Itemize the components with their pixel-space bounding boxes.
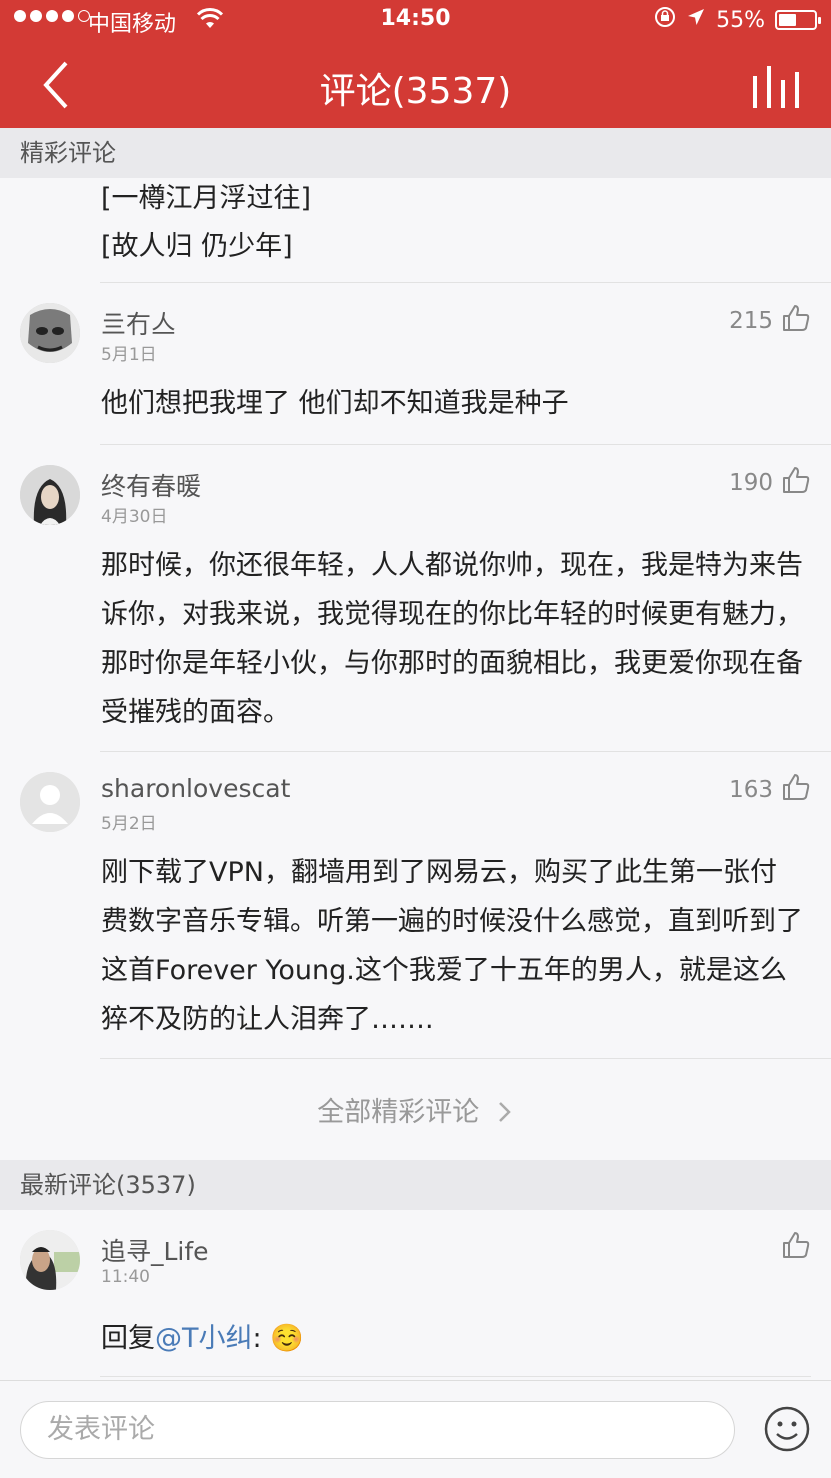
latest-comments-header: 最新评论(3537): [0, 1160, 831, 1210]
avatar[interactable]: [20, 1230, 80, 1290]
comment-text: 刚下载了VPN，翻墙用到了网易云，购买了此生第一张付费数字音乐专辑。听第一遍的时…: [101, 857, 803, 1035]
compose-bar: 发表评论: [0, 1380, 831, 1478]
battery-icon: [775, 10, 821, 30]
like-button[interactable]: [781, 1230, 811, 1266]
comment-date: 5月1日: [101, 345, 157, 365]
music-playing-bars-icon[interactable]: [751, 64, 801, 108]
avatar[interactable]: [20, 303, 80, 363]
status-bar: 中国移动 14:50 55%: [0, 0, 831, 42]
avatar[interactable]: [20, 465, 80, 525]
all-hot-comments-label: 全部精彩评论: [317, 1097, 480, 1128]
comment-text: 回复@T小纠: ☺️: [101, 1314, 803, 1363]
thumbs-up-icon: [781, 465, 811, 501]
smiley-face-icon[interactable]: [763, 1405, 811, 1453]
comment-date: 11:40: [101, 1267, 150, 1287]
battery-percent: 55%: [716, 7, 765, 33]
comment-username[interactable]: 追寻_Life: [101, 1232, 209, 1268]
like-button[interactable]: 190: [729, 465, 811, 501]
comment-text: 那时候，你还很年轻，人人都说你帅，现在，我是特为来告诉你，对我来说，我觉得现在的…: [101, 550, 803, 728]
thumbs-up-icon: [781, 303, 811, 339]
thumbs-up-icon: [781, 1230, 811, 1266]
like-count: 215: [729, 308, 773, 334]
like-button[interactable]: 215: [729, 303, 811, 339]
comment-continued-line: [故人归 仍少年]: [101, 231, 293, 262]
location-arrow-icon: [686, 7, 706, 33]
comment-username[interactable]: 亖冇亼: [101, 305, 176, 341]
latest-comment[interactable]: 追寻_Life 11:40 回复@T小纠: ☺️: [0, 1210, 831, 1380]
nav-bar: 评论(3537): [0, 42, 831, 128]
reply-prefix: 回复: [101, 1323, 155, 1354]
hot-comment[interactable]: 亖冇亼 5月1日 215 他们想把我埋了 他们却不知道我是种子: [0, 283, 831, 445]
all-hot-comments-link[interactable]: 全部精彩评论: [0, 1090, 831, 1129]
reply-suffix: : ☺️: [252, 1323, 304, 1354]
thumbs-up-icon: [781, 772, 811, 808]
hot-comments-header: 精彩评论: [0, 128, 831, 178]
divider: [100, 1376, 811, 1377]
hot-comment[interactable]: 终有春暖 4月30日 190 那时候，你还很年轻，人人都说你帅，现在，我是特为来…: [0, 445, 831, 751]
mention-link[interactable]: @T小纠: [155, 1323, 253, 1354]
comment-username[interactable]: sharonlovescat: [101, 774, 290, 803]
comment-date: 5月2日: [101, 814, 157, 834]
comment-text: 他们想把我埋了 他们却不知道我是种子: [101, 388, 569, 419]
comment-input[interactable]: 发表评论: [20, 1401, 735, 1459]
comment-continued-line: [一樽江月浮过往]: [101, 183, 312, 214]
orientation-lock-icon: [654, 6, 676, 34]
page-title: 评论(3537): [319, 71, 512, 112]
like-count: 163: [729, 777, 773, 803]
like-count: 190: [729, 470, 773, 496]
comment-date: 4月30日: [101, 507, 168, 527]
comment-username[interactable]: 终有春暖: [101, 467, 201, 503]
hot-comment[interactable]: sharonlovescat 5月2日 163 刚下载了VPN，翻墙用到了网易云…: [0, 752, 831, 1058]
like-button[interactable]: 163: [729, 772, 811, 808]
avatar[interactable]: [20, 772, 80, 832]
chevron-right-icon: [488, 1097, 514, 1128]
divider: [100, 1058, 831, 1059]
